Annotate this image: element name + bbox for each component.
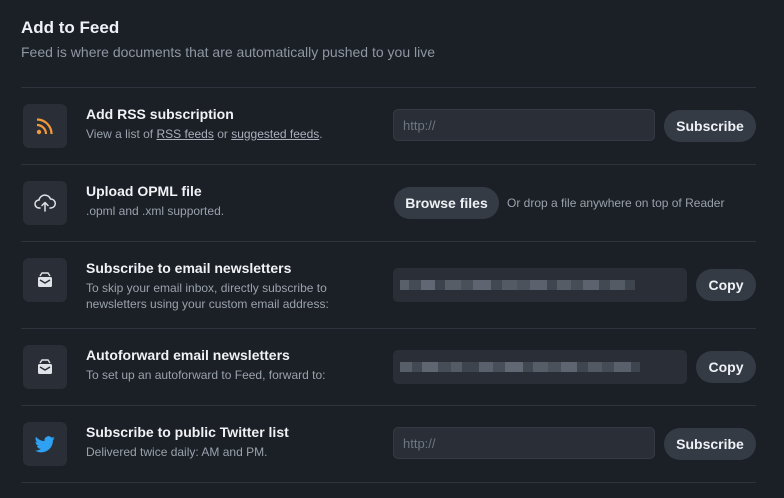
inbox-icon — [23, 258, 67, 302]
autoforward-row: Autoforward email newsletters To set up … — [21, 329, 756, 405]
blurred-email-text — [400, 280, 635, 290]
twitter-list-url-input[interactable] — [393, 427, 655, 459]
custom-email-address-field[interactable] — [393, 268, 687, 302]
opml-upload-row: Upload OPML file .opml and .xml supporte… — [21, 165, 756, 241]
autoforward-address-field[interactable] — [393, 350, 687, 384]
rss-subscribe-button[interactable]: Subscribe — [664, 110, 756, 142]
drop-file-note: Or drop a file anywhere on top of Reader — [507, 196, 725, 210]
blurred-forward-address-text — [400, 362, 640, 372]
newsletters-title: Subscribe to email newsletters — [86, 260, 292, 276]
rss-subscription-row: Add RSS subscription View a list of RSS … — [21, 88, 756, 164]
rss-description: View a list of RSS feeds or suggested fe… — [86, 127, 323, 141]
twitter-subscribe-button[interactable]: Subscribe — [664, 428, 756, 460]
browse-files-button[interactable]: Browse files — [394, 187, 499, 219]
rss-feeds-link[interactable]: RSS feeds — [156, 127, 213, 141]
rss-title: Add RSS subscription — [86, 106, 234, 122]
opml-title: Upload OPML file — [86, 183, 202, 199]
email-newsletters-row: Subscribe to email newsletters To skip y… — [21, 242, 756, 328]
autoforward-description: To set up an autoforward to Feed, forwar… — [86, 368, 326, 382]
cloud-upload-icon — [23, 181, 67, 225]
suggested-feeds-link[interactable]: suggested feeds — [231, 127, 319, 141]
copy-email-button[interactable]: Copy — [696, 269, 756, 301]
newsletters-description-line2: newsletters using your custom email addr… — [86, 297, 329, 311]
divider — [21, 482, 756, 483]
twitter-description: Delivered twice daily: AM and PM. — [86, 445, 268, 459]
opml-description: .opml and .xml supported. — [86, 204, 225, 218]
twitter-title: Subscribe to public Twitter list — [86, 424, 289, 440]
copy-forward-address-button[interactable]: Copy — [696, 351, 756, 383]
rss-url-input[interactable] — [393, 109, 655, 141]
twitter-bird-icon — [23, 422, 67, 466]
rss-icon — [23, 104, 67, 148]
page-title: Add to Feed — [21, 18, 120, 37]
page-subtitle: Feed is where documents that are automat… — [21, 44, 436, 60]
inbox-icon — [23, 345, 67, 389]
autoforward-title: Autoforward email newsletters — [86, 347, 290, 363]
add-to-feed-panel: Add to Feed Feed is where documents that… — [21, 0, 756, 498]
newsletters-description-line1: To skip your email inbox, directly subsc… — [86, 281, 327, 295]
twitter-list-row: Subscribe to public Twitter list Deliver… — [21, 406, 756, 482]
